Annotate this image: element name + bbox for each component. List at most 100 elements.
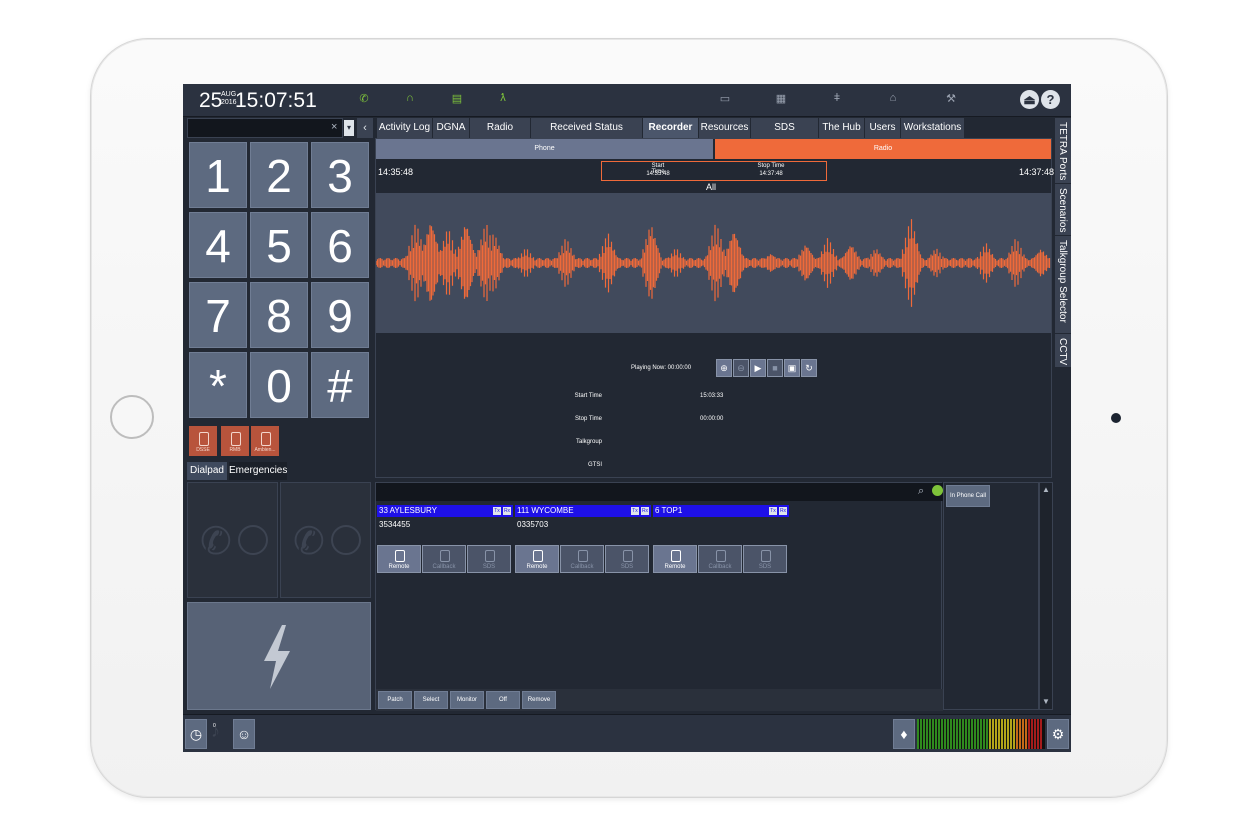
patch-button[interactable]: Patch — [378, 691, 412, 709]
clock-history-icon[interactable]: ◷ — [185, 719, 207, 749]
side-tab-tetra-ports[interactable]: TETRA Ports — [1055, 118, 1071, 184]
call-slot-cancel[interactable]: ✆ — [280, 482, 371, 598]
logout-icon[interactable]: ⏏ — [1020, 90, 1039, 109]
tab-recorder[interactable]: Recorder — [643, 118, 699, 138]
key-6[interactable]: 6 — [311, 212, 369, 278]
call-slot-hangup[interactable]: ✆ — [187, 482, 278, 598]
remote-button[interactable]: Remote — [653, 545, 697, 573]
sds-button[interactable]: SDS — [467, 545, 511, 573]
dial-input[interactable] — [187, 118, 343, 138]
tab-dialpad[interactable]: Dialpad — [187, 462, 227, 480]
callback-button[interactable]: Callback — [560, 545, 604, 573]
emergency-button-ambient[interactable]: Ambien... — [251, 426, 279, 456]
clear-icon[interactable]: × — [331, 121, 337, 133]
settings-gear-icon[interactable]: ⚙ — [1047, 719, 1069, 749]
emergency-button-dsse[interactable]: DSSE — [189, 426, 217, 456]
stop-icon[interactable]: ■ — [767, 359, 783, 377]
key-1[interactable]: 1 — [189, 142, 247, 208]
off-button[interactable]: Off — [486, 691, 520, 709]
in-phone-call-button[interactable]: In Phone Call — [946, 485, 990, 507]
vu-segment — [1040, 719, 1042, 749]
zoom-out-icon[interactable]: ⊖ — [733, 359, 749, 377]
vu-segment — [923, 719, 925, 749]
microphone-icon[interactable]: ♦ — [893, 719, 915, 749]
remove-button[interactable]: Remove — [522, 691, 556, 709]
vu-segment — [1004, 719, 1006, 749]
call-card-top1[interactable]: 6 TOP1 Tx Rx Remote Callback SDS — [653, 505, 789, 577]
emergency-button-rmb[interactable]: RMB — [221, 426, 249, 456]
phone-icon[interactable]: ✆ — [358, 92, 370, 106]
thermometer-icon[interactable]: ǂ — [831, 92, 843, 106]
sds-button[interactable]: SDS — [743, 545, 787, 573]
key-4[interactable]: 4 — [189, 212, 247, 278]
emergency-call-button[interactable] — [187, 602, 371, 710]
refresh-icon[interactable]: ↻ — [801, 359, 817, 377]
tab-users[interactable]: Users — [865, 118, 901, 138]
tab-sds-messages[interactable]: SDS Messages — [751, 118, 819, 153]
home-button[interactable] — [110, 395, 154, 439]
side-tab-scenarios[interactable]: Scenarios — [1055, 184, 1071, 236]
zoom-in-icon[interactable]: ⊕ — [716, 359, 732, 377]
wrench-icon[interactable]: ⚒ — [945, 92, 957, 106]
key-3[interactable]: 3 — [311, 142, 369, 208]
headset-icon — [533, 550, 543, 562]
callback-button[interactable]: Callback — [698, 545, 742, 573]
monitor-button[interactable]: Monitor — [450, 691, 484, 709]
headset-icon[interactable]: ∩ — [404, 92, 416, 106]
tab-received-status-messages[interactable]: Received Status Messages — [531, 118, 643, 153]
call-card-wycombe[interactable]: 111 WYCOMBE Tx Rx 0335703 Remote Callbac… — [515, 505, 651, 577]
radio-icon — [261, 432, 271, 446]
rx-indicator: Rx — [641, 507, 649, 515]
chevron-down-icon[interactable]: ▾ — [344, 120, 354, 136]
sds-button[interactable]: SDS — [605, 545, 649, 573]
calls-search-input[interactable] — [376, 483, 943, 501]
help-button[interactable]: ? — [1041, 90, 1060, 109]
audio-waveform[interactable] — [376, 193, 1051, 333]
key-hash[interactable]: # — [311, 352, 369, 418]
key-9[interactable]: 9 — [311, 282, 369, 348]
vu-segment — [1037, 719, 1039, 749]
save-icon[interactable]: ▣ — [784, 359, 800, 377]
recorder-radio-toggle[interactable]: Radio — [715, 139, 1051, 159]
key-8[interactable]: 8 — [250, 282, 308, 348]
select-button[interactable]: Select — [414, 691, 448, 709]
key-5[interactable]: 5 — [250, 212, 308, 278]
scroll-up-icon[interactable]: ▲ — [1042, 485, 1050, 494]
radio-icon — [716, 550, 726, 562]
time-range-selector[interactable]: Start Time 14:35:48 Stop Time 14:37:48 — [601, 161, 827, 181]
contacts-icon[interactable]: ☺ — [233, 719, 255, 749]
radio-icon[interactable]: ▤ — [451, 92, 463, 106]
info-talkgroup-label: Talkgroup — [575, 439, 602, 445]
key-2[interactable]: 2 — [250, 142, 308, 208]
tab-radio-search[interactable]: Radio Search — [470, 118, 531, 153]
printer-icon[interactable]: ⌂ — [887, 92, 899, 106]
grid-icon[interactable]: ▦ — [775, 92, 787, 106]
walking-person-icon[interactable]: ƛ — [497, 92, 509, 106]
tab-activity-log[interactable]: Activity Log — [377, 118, 433, 138]
monitor-icon[interactable]: ▭ — [719, 92, 731, 106]
calls-scrollbar[interactable]: ▲ ▼ — [1039, 482, 1053, 710]
scroll-down-icon[interactable]: ▼ — [1042, 697, 1050, 706]
call-card-aylesbury[interactable]: 33 AYLESBURY Tx Rx 3534455 Remote Callba… — [377, 505, 513, 577]
remote-button[interactable]: Remote — [515, 545, 559, 573]
callback-button[interactable]: Callback — [422, 545, 466, 573]
key-0[interactable]: 0 — [250, 352, 308, 418]
tab-resources[interactable]: Resources — [699, 118, 751, 138]
tab-workstations[interactable]: Workstations — [901, 118, 965, 138]
vu-segment — [1022, 719, 1024, 749]
vu-segment — [971, 719, 973, 749]
search-icon[interactable]: ⌕ — [918, 485, 924, 498]
key-star[interactable]: * — [189, 352, 247, 418]
side-tab-talkgroup-selector[interactable]: Talkgroup Selector — [1055, 236, 1071, 334]
recorder-phone-toggle[interactable]: Phone — [376, 139, 713, 159]
tab-emergencies[interactable]: Emergencies — [229, 462, 287, 480]
play-icon[interactable]: ▶ — [750, 359, 766, 377]
tab-dgna[interactable]: DGNA — [433, 118, 470, 138]
remote-button[interactable]: Remote — [377, 545, 421, 573]
vu-segment — [989, 719, 991, 749]
key-7[interactable]: 7 — [189, 282, 247, 348]
back-button[interactable]: ‹ — [357, 118, 373, 138]
side-tab-cctv[interactable]: CCTV — [1055, 334, 1071, 368]
gear-icon[interactable] — [932, 485, 943, 496]
tab-the-hub[interactable]: The Hub — [819, 118, 865, 138]
